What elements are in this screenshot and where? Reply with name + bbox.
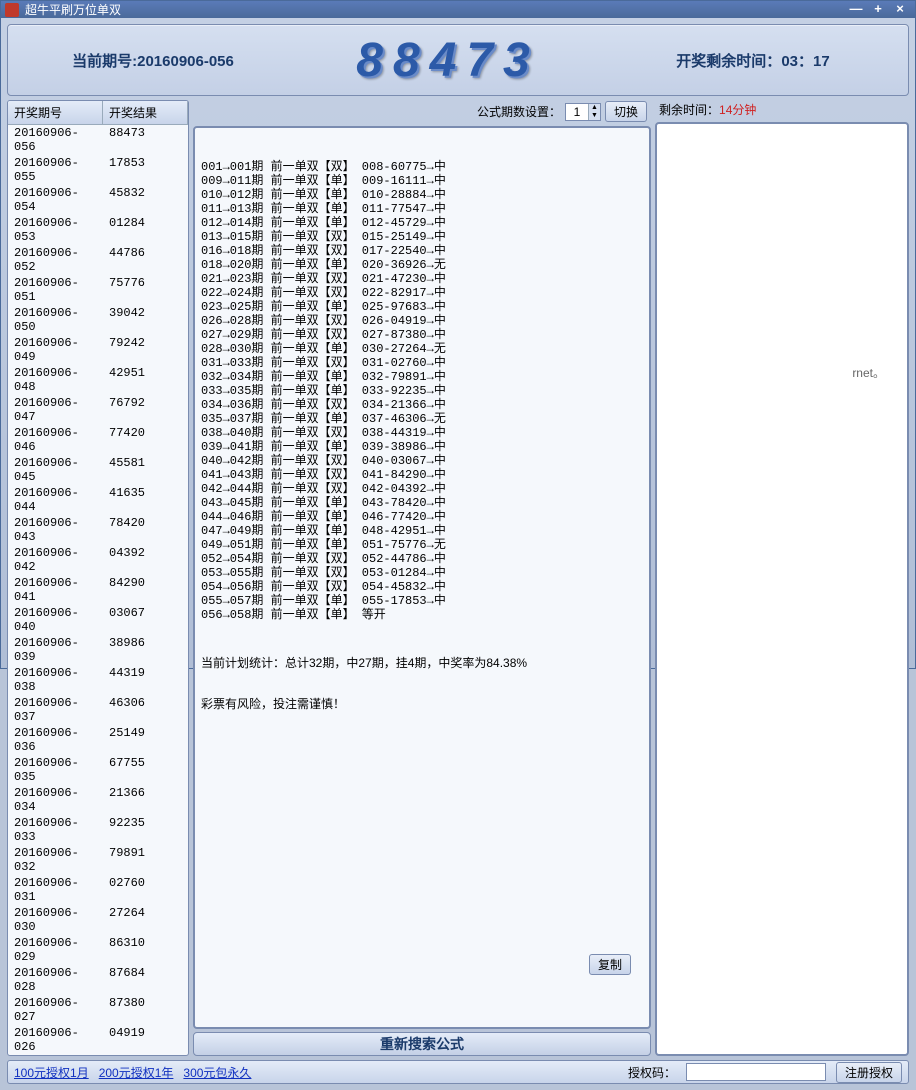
- copy-button[interactable]: 复制: [589, 954, 631, 975]
- spin-down-icon[interactable]: ▼: [588, 112, 600, 120]
- table-row[interactable]: 20160906-05175776: [8, 275, 188, 305]
- table-row[interactable]: 20160906-03421366: [8, 785, 188, 815]
- col-period[interactable]: 开奖期号: [8, 101, 103, 124]
- table-row[interactable]: 20160906-05301284: [8, 215, 188, 245]
- table-row[interactable]: 20160906-04204392: [8, 545, 188, 575]
- remain-value: 14分钟: [719, 101, 756, 118]
- remain-label: 剩余时间：: [659, 101, 719, 118]
- table-row[interactable]: 20160906-05445832: [8, 185, 188, 215]
- table-row[interactable]: 20160906-03844319: [8, 665, 188, 695]
- stats-line-2: 彩票有风险，投注需谨慎！: [201, 698, 643, 712]
- table-row[interactable]: 20160906-02986310: [8, 935, 188, 965]
- table-row[interactable]: 20160906-05517853: [8, 155, 188, 185]
- window-title: 超牛平刷万位单双: [25, 1, 121, 18]
- switch-button[interactable]: 切换: [605, 101, 647, 122]
- maximize-button[interactable]: +: [867, 2, 889, 18]
- table-row[interactable]: 20160906-04184290: [8, 575, 188, 605]
- minimize-button[interactable]: —: [845, 2, 867, 18]
- stats-line-1: 当前计划统计：总计32期，中27期，挂4期，中奖率为84.38%: [201, 656, 643, 670]
- table-row[interactable]: 20160906-04842951: [8, 365, 188, 395]
- center-panel: 公式期数设置： ▲ ▼ 切换 001→001期 前一单双【双】 008-6077…: [193, 100, 651, 1056]
- register-auth-button[interactable]: 注册授权: [836, 1062, 902, 1083]
- auth-code-input[interactable]: [686, 1063, 826, 1081]
- bottom-bar: 100元授权1月 200元授权1年 300元包永久 授权码： 注册授权: [7, 1060, 909, 1084]
- auth-label: 授权码：: [628, 1064, 676, 1081]
- table-row[interactable]: 20160906-03102760: [8, 875, 188, 905]
- info-hint: rnet。: [852, 364, 885, 381]
- table-row[interactable]: 20160906-05244786: [8, 245, 188, 275]
- table-row[interactable]: 20160906-03625149: [8, 725, 188, 755]
- formula-settings-bar: 公式期数设置： ▲ ▼ 切换: [193, 100, 651, 123]
- table-row[interactable]: 20160906-03938986: [8, 635, 188, 665]
- content-area: 当前期号:20160906-056 88473 开奖剩余时间：03：17 开奖期…: [1, 18, 915, 1090]
- formula-label: 公式期数设置：: [477, 103, 561, 120]
- table-row[interactable]: 20160906-05039042: [8, 305, 188, 335]
- right-panel: 剩余时间： 14分钟 rnet。: [655, 100, 909, 1056]
- table-row[interactable]: 20160906-04979242: [8, 335, 188, 365]
- header-panel: 当前期号:20160906-056 88473 开奖剩余时间：03：17: [7, 24, 909, 96]
- remaining-time-bar: 剩余时间： 14分钟: [655, 100, 909, 119]
- formula-spinner[interactable]: ▲ ▼: [565, 103, 601, 121]
- close-button[interactable]: ×: [889, 2, 911, 18]
- formula-input[interactable]: [566, 105, 588, 119]
- table-body[interactable]: 20160906-0568847320160906-05517853201609…: [8, 125, 188, 1055]
- table-row[interactable]: 20160906-03746306: [8, 695, 188, 725]
- table-row[interactable]: 20160906-03027264: [8, 905, 188, 935]
- info-box[interactable]: rnet。: [655, 122, 909, 1056]
- big-number-display: 88473: [298, 33, 598, 88]
- table-row[interactable]: 20160906-05688473: [8, 125, 188, 155]
- table-row[interactable]: 20160906-04003067: [8, 605, 188, 635]
- table-row[interactable]: 20160906-04545581: [8, 455, 188, 485]
- link-auth-forever[interactable]: 300元包永久: [183, 1064, 251, 1081]
- table-row[interactable]: 20160906-03279891: [8, 845, 188, 875]
- link-auth-1m[interactable]: 100元授权1月: [14, 1064, 89, 1081]
- table-row[interactable]: 20160906-04441635: [8, 485, 188, 515]
- table-row[interactable]: 20160906-02604919: [8, 1025, 188, 1055]
- app-icon: [5, 3, 19, 17]
- table-row[interactable]: 20160906-03392235: [8, 815, 188, 845]
- table-row[interactable]: 20160906-02887684: [8, 965, 188, 995]
- countdown: 开奖剩余时间：03：17: [598, 50, 908, 71]
- table-header: 开奖期号 开奖结果: [8, 101, 188, 125]
- titlebar[interactable]: 超牛平刷万位单双 — + ×: [1, 1, 915, 18]
- table-row[interactable]: 20160906-02787380: [8, 995, 188, 1025]
- table-row[interactable]: 20160906-04677420: [8, 425, 188, 455]
- spin-up-icon[interactable]: ▲: [588, 104, 600, 112]
- table-row[interactable]: 20160906-04378420: [8, 515, 188, 545]
- research-button[interactable]: 重新搜索公式: [193, 1032, 651, 1056]
- table-row[interactable]: 20160906-04776792: [8, 395, 188, 425]
- table-row[interactable]: 20160906-03567755: [8, 755, 188, 785]
- results-table: 开奖期号 开奖结果 20160906-0568847320160906-0551…: [7, 100, 189, 1056]
- col-result[interactable]: 开奖结果: [103, 101, 188, 124]
- formula-output[interactable]: 001→001期 前一单双【双】 008-60775→中 009→011期 前一…: [193, 126, 651, 1029]
- current-period: 当前期号:20160906-056: [8, 50, 298, 71]
- link-auth-1y[interactable]: 200元授权1年: [99, 1064, 174, 1081]
- app-window: 超牛平刷万位单双 — + × 当前期号:20160906-056 88473 开…: [0, 0, 916, 669]
